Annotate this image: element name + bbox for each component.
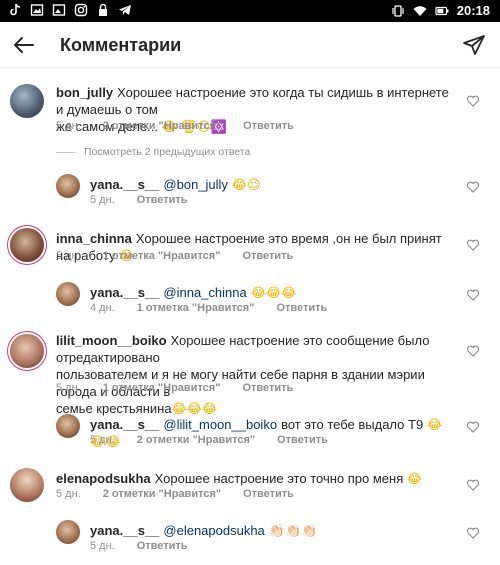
view-previous-replies[interactable]: Посмотреть 2 предыдущих ответа: [56, 146, 250, 158]
comment-meta: 5 дн. 2 отметки "Нравится" Ответить: [56, 120, 294, 132]
telegram-icon: [119, 5, 131, 15]
timestamp: 4 дн.: [90, 302, 115, 314]
heart-icon[interactable]: [466, 478, 480, 492]
reply-button[interactable]: Ответить: [137, 540, 188, 552]
avatar[interactable]: [10, 84, 44, 118]
timestamp: 5 дн.: [56, 120, 81, 132]
comment-username[interactable]: yana.__s__: [90, 523, 159, 538]
avatar[interactable]: [56, 282, 80, 306]
likes-count[interactable]: 2 отметки "Нравится": [103, 120, 221, 132]
comment-username[interactable]: bon_jully: [56, 85, 113, 100]
reply-item: yana.__s__ @bon_jully 😂😉 5 дн. Ответить: [0, 172, 500, 212]
avatar[interactable]: [56, 520, 80, 544]
reply-button[interactable]: Ответить: [276, 302, 327, 314]
likes-count[interactable]: 2 отметки "Нравится": [103, 488, 221, 500]
comment-text: elenapodsukha Хорошее настроение это точн…: [56, 471, 423, 486]
comment-username[interactable]: yana.__s__: [90, 417, 159, 432]
comment-username[interactable]: inna_chinna: [56, 231, 132, 246]
emoji: 👏🏻👏🏻👏🏻: [268, 523, 318, 538]
heart-icon[interactable]: [466, 238, 480, 252]
timestamp: 5 дн.: [56, 382, 81, 394]
comment-username[interactable]: lilit_moon__boiko: [56, 333, 167, 348]
comment-meta: 5 дн. 2 отметки "Нравится" Ответить: [56, 488, 294, 500]
reply-button[interactable]: Ответить: [243, 120, 294, 132]
heart-icon[interactable]: [466, 420, 480, 434]
comment-text: yana.__s__ @elenapodsukha 👏🏻👏🏻👏🏻: [90, 522, 430, 539]
comment-username[interactable]: elenapodsukha: [56, 471, 151, 486]
comment-meta: 5 дн. 1 отметка "Нравится" Ответить: [56, 382, 293, 394]
tiktok-icon: [10, 3, 21, 16]
heart-icon[interactable]: [466, 94, 480, 108]
comment-item: bon_jully Хорошее настроение это когда ты…: [0, 82, 500, 138]
reply-item: yana.__s__ @inna_chinna 😂😂😂 4 дн. 1 отметк…: [0, 280, 500, 320]
app-bar: Комментарии: [0, 22, 500, 68]
avatar[interactable]: [10, 334, 44, 368]
comment-username[interactable]: yana.__s__: [90, 285, 159, 300]
mention-link[interactable]: @lilit_moon__boiko: [163, 417, 277, 432]
comment-text: yana.__s__ @inna_chinna 😂😂😂: [90, 284, 430, 301]
comment-item: elenapodsukha Хорошее настроение это точн…: [0, 466, 500, 510]
comment-username[interactable]: yana.__s__: [90, 177, 159, 192]
picture-icon: [52, 4, 66, 16]
timestamp: 5 дн.: [90, 194, 115, 206]
reply-button[interactable]: Ответить: [243, 488, 294, 500]
likes-count[interactable]: 2 отметки "Нравится": [137, 434, 255, 446]
comment-item: lilit_moon__boiko Хорошее настроение это …: [0, 332, 500, 416]
reply-button[interactable]: Ответить: [242, 250, 293, 262]
timestamp: 5 дн.: [90, 540, 115, 552]
comment-meta: 5 дн. 2 отметки "Нравится" Ответить: [90, 434, 328, 446]
avatar[interactable]: [10, 228, 44, 262]
timestamp: 5 дн.: [90, 434, 115, 446]
avatar[interactable]: [10, 468, 44, 502]
instagram-icon: [74, 3, 88, 17]
heart-icon[interactable]: [466, 344, 480, 358]
heart-icon[interactable]: [466, 288, 480, 302]
emoji: 😂😂😂: [250, 285, 297, 300]
gallery-icon: [30, 4, 44, 16]
comment-meta: 5 дн. Ответить: [90, 540, 188, 552]
comment-text: yana.__s__ @bon_jully 😂😉: [90, 176, 430, 193]
emoji: 😂: [406, 471, 423, 486]
reply-item: yana.__s__ @elenapodsukha 👏🏻👏🏻👏🏻 5 дн. Отв…: [0, 518, 500, 558]
comment-meta: 4 дн. 1 отметка "Нравится" Ответить: [90, 302, 327, 314]
battery-icon: [435, 6, 449, 15]
reply-item: yana.__s__ @lilit_moon__boiko вот это тебе…: [0, 412, 500, 452]
likes-count[interactable]: 1 отметка "Нравится": [137, 302, 255, 314]
emoji: 😂😉: [231, 177, 261, 192]
timestamp: 5 дн.: [56, 250, 81, 262]
timestamp: 5 дн.: [56, 488, 81, 500]
status-bar: 20:18: [0, 0, 500, 22]
mention-link[interactable]: @bon_jully: [163, 177, 228, 192]
mention-link[interactable]: @inna_chinna: [163, 285, 246, 300]
status-time: 20:18: [456, 3, 490, 18]
page-title: Комментарии: [60, 35, 182, 55]
avatar[interactable]: [56, 414, 80, 438]
vibrate-icon: [392, 4, 404, 17]
mention-link[interactable]: @elenapodsukha: [163, 523, 264, 538]
comment-item: inna_chinna Хорошее настроение это время …: [0, 226, 500, 270]
likes-count[interactable]: 1 отметка "Нравится": [103, 250, 221, 262]
back-arrow-icon[interactable]: [12, 33, 36, 57]
lock-icon: [99, 3, 107, 16]
send-direct-icon[interactable]: [462, 33, 486, 57]
likes-count[interactable]: 1 отметка "Нравится": [103, 382, 221, 394]
wifi-icon: [413, 5, 427, 16]
reply-button[interactable]: Ответить: [242, 382, 293, 394]
heart-icon[interactable]: [466, 526, 480, 540]
reply-button[interactable]: Ответить: [137, 194, 188, 206]
comment-meta: 5 дн. Ответить: [90, 194, 188, 206]
comment-text: lilit_moon__boiko Хорошее настроение это …: [56, 333, 430, 416]
comment-meta: 5 дн. 1 отметка "Нравится" Ответить: [56, 250, 293, 262]
heart-icon[interactable]: [466, 180, 480, 194]
avatar[interactable]: [56, 174, 80, 198]
divider: [56, 151, 76, 153]
reply-button[interactable]: Ответить: [277, 434, 328, 446]
